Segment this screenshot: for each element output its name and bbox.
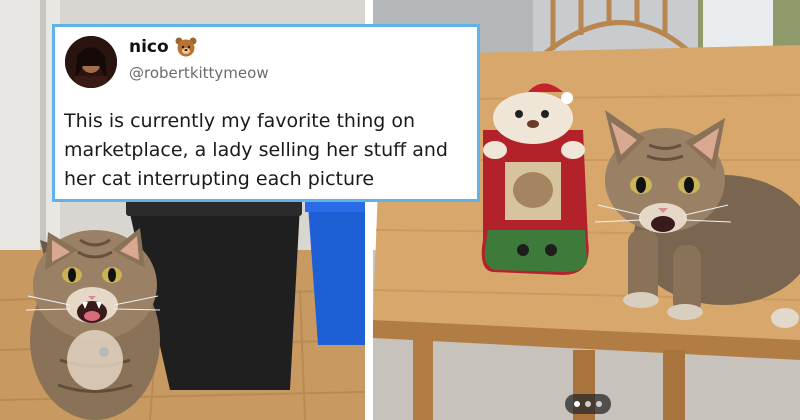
avatar[interactable]	[65, 36, 117, 88]
name-row: nico	[129, 37, 197, 57]
bear-face-icon	[175, 37, 197, 57]
carousel-dot[interactable]	[574, 401, 580, 407]
carousel-dot[interactable]	[596, 401, 602, 407]
tweet-text: This is currently my favorite thing on m…	[64, 110, 448, 190]
display-name[interactable]: nico	[129, 37, 169, 57]
handle[interactable]: @robertkittymeow	[129, 64, 269, 82]
tweet-card: nico @robertkittymeow This is currently …	[52, 24, 480, 202]
meme-image: nico @robertkittymeow This is currently …	[0, 0, 800, 420]
carousel-indicator[interactable]	[565, 394, 611, 414]
carousel-dot[interactable]	[585, 401, 591, 407]
